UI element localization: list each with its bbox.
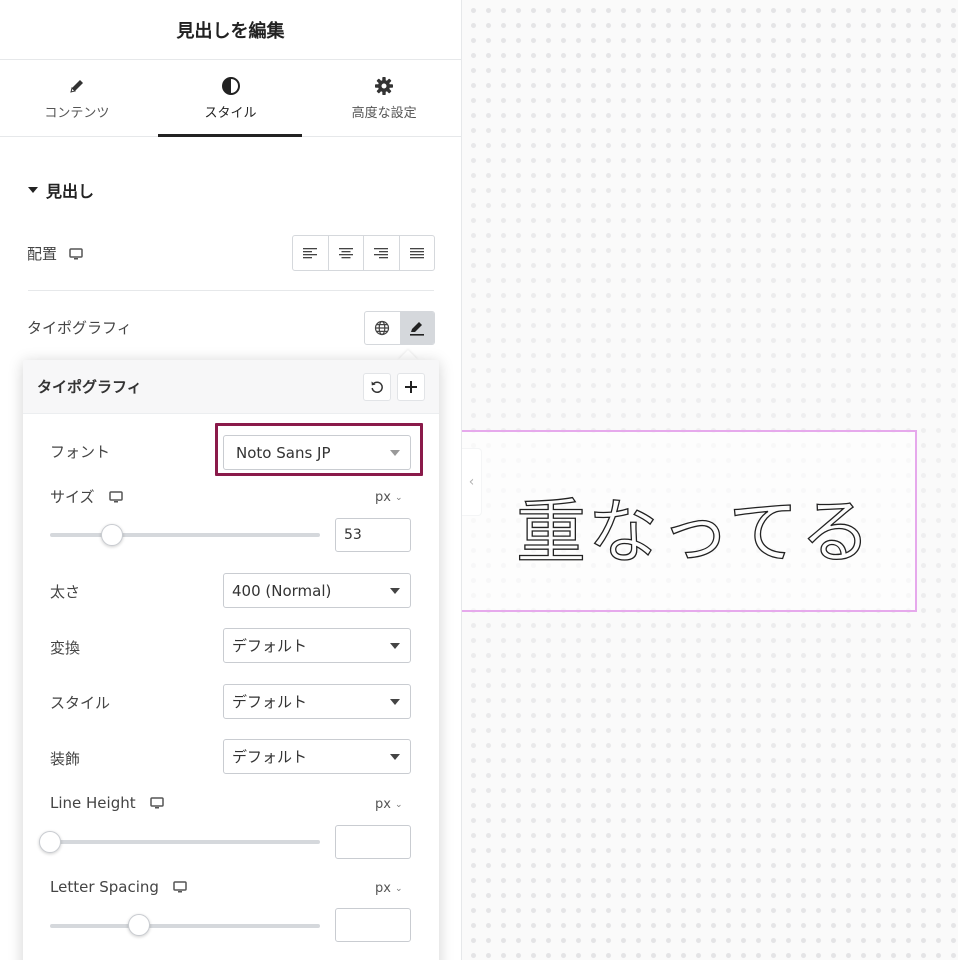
letter-spacing-label: Letter Spacing [50,878,159,896]
tab-advanced[interactable]: 高度な設定 [307,60,461,136]
heading-text: 重なってる [516,491,873,573]
font-label: フォント [50,443,111,461]
chevron-down-icon: ⌄ [394,883,403,894]
popover-title: タイポグラフィ [37,378,142,396]
line-height-slider-track[interactable] [50,840,320,844]
tab-content-label: コンテンツ [44,105,110,121]
font-select-highlight [215,423,423,476]
popover-header: タイポグラフィ [23,360,439,414]
align-right-button[interactable] [364,236,400,270]
dropdown-arrow-icon [390,699,400,705]
style-value: デフォルト [232,693,308,711]
size-input[interactable] [335,518,411,552]
line-height-unit: px [375,797,391,812]
global-typography-button[interactable] [365,312,400,344]
letter-spacing-unit: px [375,881,391,896]
typography-label-row: タイポグラフィ [27,317,132,338]
tab-advanced-label: 高度な設定 [351,105,417,121]
letter-spacing-input[interactable] [335,908,411,942]
panel-title: 見出しを編集 [0,0,461,60]
letter-spacing-label-row: Letter Spacing [50,878,187,896]
heading-widget[interactable]: 重なってる [460,430,917,612]
chevron-down-icon: ⌄ [394,799,403,810]
size-unit: px [375,490,391,505]
desktop-icon[interactable] [173,881,187,893]
tab-style[interactable]: スタイル [154,60,308,137]
size-slider-handle[interactable] [101,524,124,546]
transform-label: 変換 [50,639,81,657]
dropdown-arrow-icon [390,643,400,649]
decoration-value: デフォルト [232,748,308,766]
popover-arrow [398,350,418,360]
preview-canvas: ‹ 重なってる [460,0,958,960]
dropdown-arrow-icon [390,588,400,594]
size-label-row: サイズ [50,486,123,507]
gear-icon [374,76,394,96]
font-label-row: フォント [50,441,110,462]
line-height-label-row: Line Height [50,794,164,812]
letter-spacing-slider-track[interactable] [50,924,320,928]
plus-icon [405,380,417,393]
alignment-label: 配置 [27,245,58,263]
globe-icon [375,320,390,336]
weight-select[interactable]: 400 (Normal) [223,573,411,608]
size-label: サイズ [50,488,95,506]
transform-value: デフォルト [232,637,308,655]
style-label: スタイル [50,694,111,712]
align-left-button[interactable] [293,236,329,270]
letter-spacing-unit-select[interactable]: px ⌄ [375,881,403,896]
heading-preview-svg: 重なってる [515,490,873,573]
align-justify-button[interactable] [400,236,435,270]
style-label-row: スタイル [50,692,110,713]
reset-icon [371,381,383,393]
line-height-slider-handle[interactable] [39,831,61,853]
desktop-icon[interactable] [149,797,164,809]
add-button[interactable] [397,372,425,401]
pencil-icon [409,322,424,336]
section-title: 見出し [46,182,95,201]
dropdown-arrow-icon [390,754,400,760]
decoration-select[interactable]: デフォルト [223,739,411,774]
alignment-buttons [292,235,435,271]
transform-label-row: 変換 [50,637,80,658]
typography-buttons [364,311,435,345]
caret-down-icon [28,187,38,193]
line-height-unit-select[interactable]: px ⌄ [375,797,403,812]
desktop-icon[interactable] [108,490,123,503]
half-circle-icon [221,76,241,96]
line-height-input[interactable] [335,825,411,859]
pencil-icon [67,76,87,96]
letter-spacing-slider-handle[interactable] [128,914,151,936]
weight-label: 太さ [50,583,81,601]
weight-label-row: 太さ [50,581,80,602]
transform-select[interactable]: デフォルト [223,628,411,663]
decoration-label: 装飾 [50,750,81,768]
align-right-icon [374,248,389,259]
weight-value: 400 (Normal) [232,581,332,600]
style-select[interactable]: デフォルト [223,684,411,719]
alignment-label-row: 配置 [27,243,83,264]
typography-label: タイポグラフィ [27,319,132,337]
tab-style-label: スタイル [204,105,257,121]
line-height-label: Line Height [50,794,136,812]
align-center-icon [338,248,353,259]
reset-button[interactable] [363,372,391,401]
tab-content[interactable]: コンテンツ [0,60,154,136]
align-center-button[interactable] [329,236,364,270]
divider [28,290,434,291]
section-toggle-heading[interactable]: 見出し [28,178,94,202]
decoration-label-row: 装飾 [50,748,80,769]
edit-typography-button[interactable] [399,312,434,344]
desktop-icon[interactable] [69,247,83,260]
align-left-icon [303,248,318,259]
align-justify-icon [409,248,424,259]
size-unit-select[interactable]: px ⌄ [375,490,403,505]
panel-tabs: コンテンツ スタイル 高度な設定 [0,60,461,137]
size-slider-track[interactable] [50,533,320,537]
chevron-down-icon: ⌄ [394,492,403,503]
